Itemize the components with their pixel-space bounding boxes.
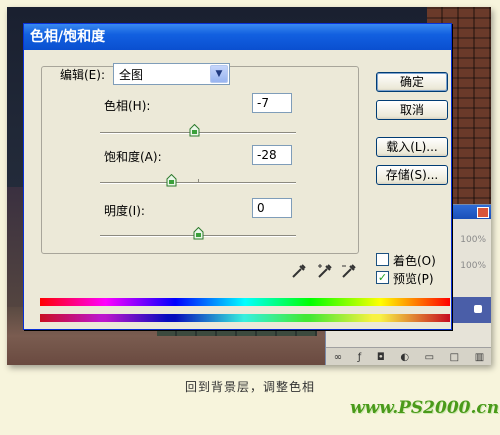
adjustment-group	[41, 66, 359, 254]
saturation-center-tick	[198, 179, 199, 183]
colorize-checkbox[interactable]	[376, 253, 389, 266]
chevron-down-icon[interactable]: ▼	[210, 65, 228, 83]
fill-value[interactable]: 100%	[460, 261, 486, 271]
edit-select-value: 全图	[119, 68, 144, 82]
saturation-input[interactable]: -28	[252, 145, 292, 165]
lightness-input[interactable]: 0	[252, 198, 292, 218]
lightness-label: 明度(I):	[104, 204, 145, 218]
adjustment-icon[interactable]: ◐	[400, 352, 409, 363]
lock-icon	[474, 305, 482, 313]
edit-label: 编辑(E):	[60, 68, 105, 82]
hue-saturation-dialog: 色相/饱和度 编辑(E): 全图 ▼ 色相(H): -7 饱和度(A): -28…	[23, 23, 452, 330]
caption: 回到背景层，调整色相	[184, 380, 315, 394]
adjusted-color-bar	[40, 314, 450, 322]
lightness-slider-thumb[interactable]	[193, 227, 204, 240]
load-button[interactable]: 载入(L)...	[376, 137, 448, 157]
ok-button[interactable]: 确定	[376, 72, 448, 92]
mask-icon[interactable]: ◘	[377, 352, 385, 363]
saturation-slider-thumb[interactable]	[166, 174, 177, 187]
opacity-value[interactable]: 100%	[460, 235, 486, 245]
eyedropper-plus-icon[interactable]	[316, 262, 334, 280]
saturation-label: 饱和度(A):	[104, 150, 162, 164]
save-button[interactable]: 存储(S)...	[376, 165, 448, 185]
eyedropper-minus-icon[interactable]	[340, 262, 358, 280]
style-icon[interactable]: ƒ	[358, 352, 362, 363]
screenshot-frame: 100% 100% ∞ ƒ ◘ ◐ ▭ □ ▥ 色相/饱和度 编辑(E): 全图…	[7, 7, 491, 365]
watermark-logo: www.PS2000.cn	[350, 398, 500, 418]
close-icon[interactable]	[477, 207, 489, 218]
trash-icon[interactable]: ▥	[475, 352, 484, 363]
layers-footer: ∞ ƒ ◘ ◐ ▭ □ ▥	[326, 347, 491, 365]
source-color-bar	[40, 298, 450, 306]
preview-checkbox[interactable]: ✓	[376, 271, 389, 284]
preview-label: 预览(P)	[393, 272, 434, 286]
new-layer-icon[interactable]: □	[450, 352, 459, 363]
folder-icon[interactable]: ▭	[425, 352, 434, 363]
eyedropper-icon[interactable]	[290, 262, 308, 280]
hue-label: 色相(H):	[104, 99, 151, 113]
cancel-button[interactable]: 取消	[376, 100, 448, 120]
dialog-title: 色相/饱和度	[24, 24, 451, 50]
colorize-label: 着色(O)	[393, 254, 436, 268]
hue-input[interactable]: -7	[252, 93, 292, 113]
hue-slider-thumb[interactable]	[189, 124, 200, 137]
edit-select[interactable]: 全图 ▼	[113, 63, 230, 85]
link-icon[interactable]: ∞	[334, 352, 342, 363]
